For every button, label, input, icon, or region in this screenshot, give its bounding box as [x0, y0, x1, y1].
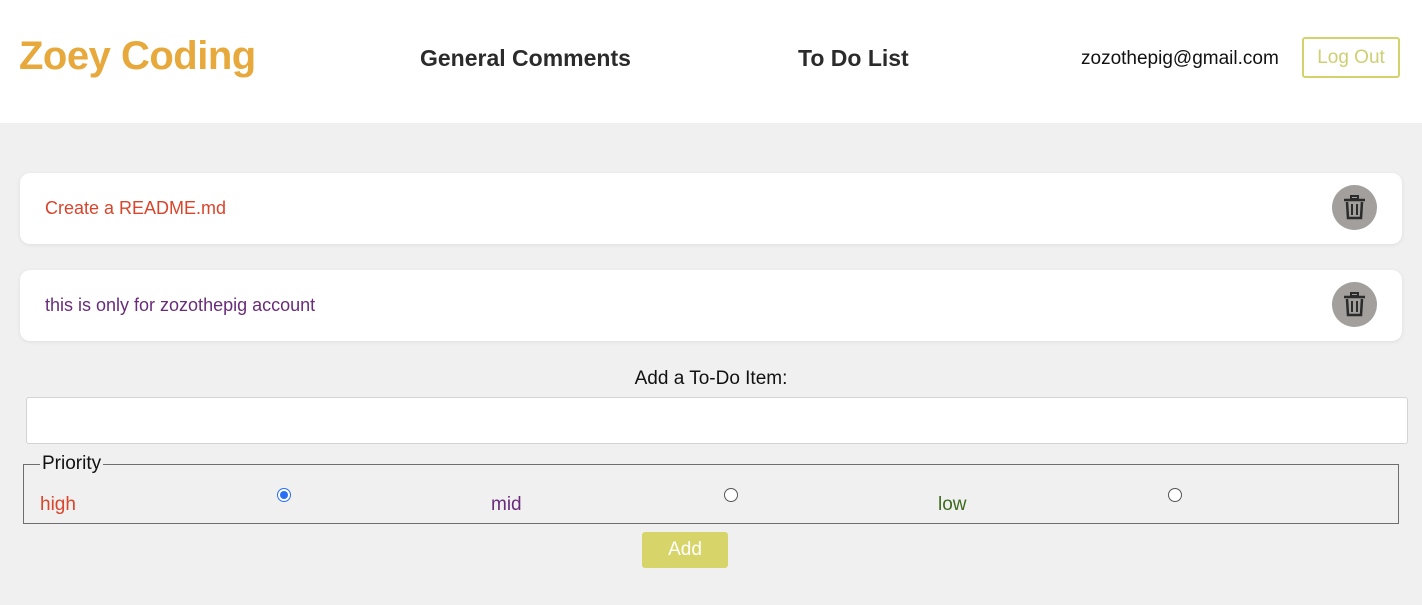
logout-button[interactable]: Log Out	[1302, 37, 1400, 78]
user-email: zozothepig@gmail.com	[1081, 48, 1279, 69]
todo-item: this is only for zozothepig account	[20, 270, 1402, 341]
priority-mid-radio[interactable]	[724, 488, 738, 502]
nav-general-comments[interactable]: General Comments	[420, 45, 631, 72]
priority-fieldset: Priority	[23, 453, 1399, 524]
nav-todo-list[interactable]: To Do List	[798, 45, 909, 72]
top-navbar: Zoey Coding General Comments To Do List …	[0, 0, 1422, 123]
trash-icon	[1344, 195, 1365, 220]
add-todo-input[interactable]	[26, 397, 1408, 444]
add-todo-label: Add a To-Do Item:	[634, 368, 788, 389]
todo-item: Create a README.md	[20, 173, 1402, 244]
todo-item-text: Create a README.md	[45, 198, 227, 218]
priority-mid-label[interactable]: mid	[491, 494, 522, 516]
delete-todo-button[interactable]	[1332, 185, 1377, 230]
trash-icon	[1344, 292, 1365, 317]
priority-legend: Priority	[42, 453, 102, 474]
brand-logo-text[interactable]: Zoey Coding	[19, 34, 256, 79]
priority-high-label[interactable]: high	[40, 494, 76, 516]
add-todo-button[interactable]: Add	[642, 532, 728, 568]
priority-low-label[interactable]: low	[938, 494, 967, 516]
todo-item-text: this is only for zozothepig account	[45, 295, 316, 315]
priority-high-radio[interactable]	[277, 488, 291, 502]
priority-low-radio[interactable]	[1168, 488, 1182, 502]
delete-todo-button[interactable]	[1332, 282, 1377, 327]
